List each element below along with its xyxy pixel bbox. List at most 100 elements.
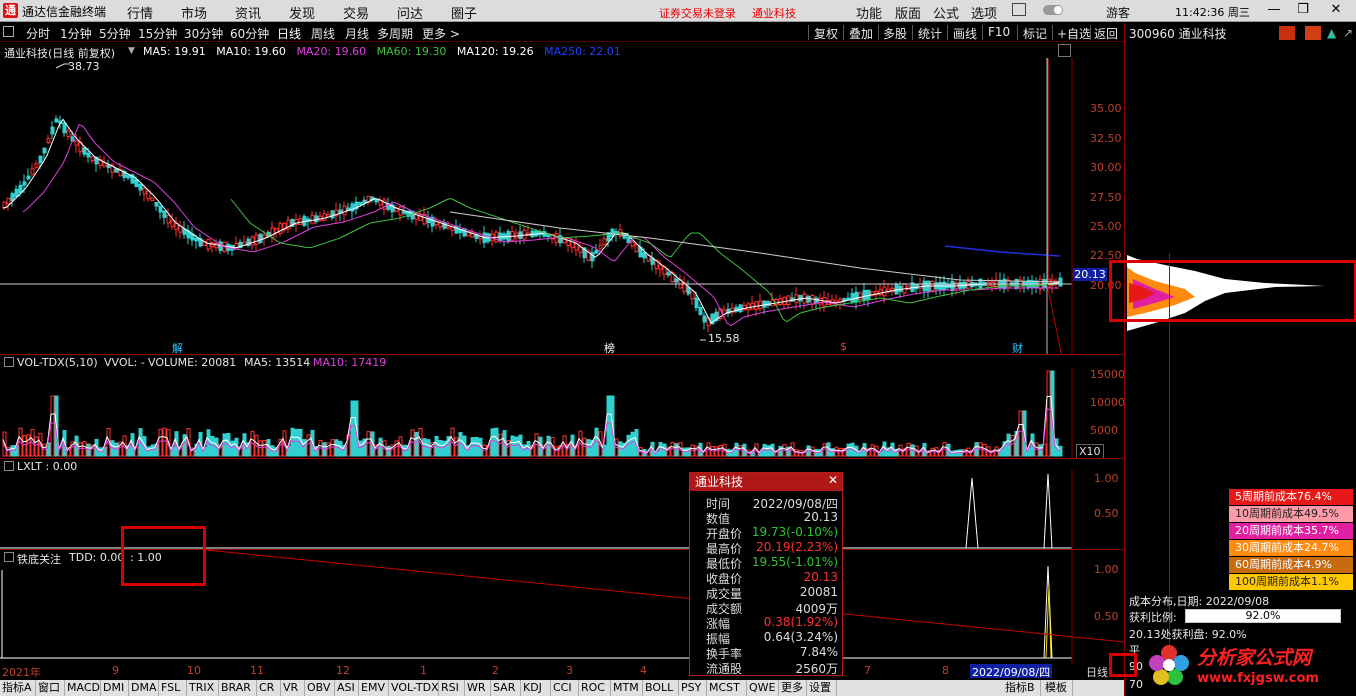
pane-maximize-icon[interactable] xyxy=(1058,44,1071,57)
mark-button[interactable]: 标记 xyxy=(1023,25,1047,42)
export-icon[interactable]: ↗ xyxy=(1343,26,1353,40)
indicator-tab[interactable]: 设置 xyxy=(807,680,837,696)
ma60-label: MA60: 19.30 xyxy=(376,45,447,58)
cost-period-chip[interactable]: 20周期前成本35.7% xyxy=(1229,523,1353,539)
user-label[interactable]: 游客 xyxy=(1106,4,1130,21)
ma20-label: MA20: 19.60 xyxy=(296,45,367,58)
cost-period-chip[interactable]: 100周期前成本1.1% xyxy=(1229,574,1353,590)
indicator-tab[interactable]: ASI xyxy=(335,680,359,696)
menu-circle[interactable]: 圈子 xyxy=(451,3,477,22)
volume-bar xyxy=(230,440,235,457)
date-month: 11 xyxy=(250,664,264,677)
candle-body xyxy=(806,295,811,303)
indicator-tab[interactable]: DMA xyxy=(129,680,159,696)
panel-toggle-icon[interactable] xyxy=(3,26,14,37)
message-icon[interactable] xyxy=(1012,3,1026,16)
indicator-tab[interactable]: 指标A xyxy=(0,680,36,696)
overlay-button[interactable]: 叠加 xyxy=(849,25,873,42)
candle-body xyxy=(134,179,139,187)
period-weekly[interactable]: 周线 xyxy=(311,25,335,42)
indicator-tab[interactable]: ROC xyxy=(579,680,611,696)
indicator-tab[interactable]: MACD xyxy=(65,680,101,696)
restore-icon[interactable]: ❐ xyxy=(1291,1,1315,19)
period-1min[interactable]: 1分钟 xyxy=(60,25,92,42)
chip-mode-icon[interactable] xyxy=(1279,26,1295,40)
indicator-tab[interactable]: FSL xyxy=(159,680,187,696)
indicator-tab[interactable]: 窗口 xyxy=(36,680,65,696)
date-month: 9 xyxy=(112,664,119,677)
dividend-marker[interactable]: $ xyxy=(840,340,847,353)
menu-news[interactable]: 资讯 xyxy=(235,3,261,22)
indicator-tab[interactable]: VR xyxy=(281,680,305,696)
menu-discover[interactable]: 发现 xyxy=(289,3,315,22)
cost-period-chip[interactable]: 10周期前成本49.5% xyxy=(1229,506,1353,522)
indicator-tab-right[interactable]: 模板 xyxy=(1043,680,1073,696)
indicator-tab[interactable]: OBV xyxy=(305,680,335,696)
arrow-icon[interactable]: ▲ xyxy=(1327,26,1336,40)
menu-options[interactable]: 选项 xyxy=(971,3,997,22)
menu-quotes[interactable]: 行情 xyxy=(127,3,153,22)
period-more[interactable]: 更多 > xyxy=(422,25,460,42)
watermark-url: www.fxjgsw.com xyxy=(1197,671,1319,686)
menu-market[interactable]: 市场 xyxy=(181,3,207,22)
period-multi[interactable]: 多周期 xyxy=(377,25,413,42)
low-price-label: 15.58 xyxy=(708,332,740,345)
period-timeshare[interactable]: 分时 xyxy=(26,25,50,42)
indicator-tab[interactable]: BRAR xyxy=(219,680,257,696)
indicator-tab[interactable]: BOLL xyxy=(643,680,679,696)
current-price-tag: 20.13 xyxy=(1073,268,1107,281)
toolbar-divider xyxy=(1017,25,1018,40)
indicator-tab[interactable]: KDJ xyxy=(521,680,551,696)
menu-formula[interactable]: 公式 xyxy=(933,3,959,22)
indicator-tab[interactable]: WR xyxy=(465,680,491,696)
minimize-icon[interactable]: — xyxy=(1262,1,1286,19)
period-5min[interactable]: 5分钟 xyxy=(99,25,131,42)
stats-button[interactable]: 统计 xyxy=(918,25,942,42)
period-30min[interactable]: 30分钟 xyxy=(184,25,223,42)
popup-row-key: 流通股 xyxy=(706,662,743,676)
menu-ask[interactable]: 问达 xyxy=(397,3,423,22)
popup-close-icon[interactable]: ✕ xyxy=(828,473,838,487)
indicator-tab[interactable]: CR xyxy=(257,680,281,696)
indicator-tab[interactable]: PSY xyxy=(679,680,707,696)
menu-trade[interactable]: 交易 xyxy=(343,3,369,22)
add-watchlist-button[interactable]: +自选 xyxy=(1057,25,1091,42)
indicator-tab[interactable]: EMV xyxy=(359,680,389,696)
date-month: 12 xyxy=(336,664,350,677)
period-60min[interactable]: 60分钟 xyxy=(230,25,269,42)
cost-period-chip[interactable]: 30周期前成本24.7% xyxy=(1229,540,1353,556)
close-icon[interactable]: ✕ xyxy=(1324,1,1348,19)
draw-line-button[interactable]: 画线 xyxy=(953,25,977,42)
indicator-tab-right[interactable]: 指标B xyxy=(1003,680,1041,696)
pane-collapse-icon[interactable] xyxy=(4,357,14,367)
indicator-tab[interactable]: VOL-TDX xyxy=(389,680,439,696)
indicator-tab[interactable]: DMI xyxy=(101,680,129,696)
menu-function[interactable]: 功能 xyxy=(856,3,882,22)
stock-name-link[interactable]: 通业科技 xyxy=(752,5,796,21)
chart-dropdown-icon[interactable]: ▼ xyxy=(128,46,135,56)
indicator-tab[interactable]: CCI xyxy=(551,680,579,696)
indicator-tab[interactable]: MTM xyxy=(611,680,643,696)
multi-stock-button[interactable]: 多股 xyxy=(883,25,907,42)
f10-button[interactable]: F10 xyxy=(988,25,1010,39)
toggle-icon[interactable] xyxy=(1042,3,1066,17)
cost-period-chip[interactable]: 60周期前成本4.9% xyxy=(1229,557,1353,573)
menu-layout[interactable]: 版面 xyxy=(895,3,921,22)
period-monthly[interactable]: 月线 xyxy=(345,25,369,42)
indicator-tab[interactable]: QWE xyxy=(747,680,779,696)
trade-login-warning[interactable]: 证券交易未登录 xyxy=(659,5,736,21)
indicator-tab[interactable]: MCST xyxy=(707,680,747,696)
indicator-tab[interactable]: 更多 xyxy=(779,680,807,696)
play-icon[interactable] xyxy=(1305,26,1321,40)
indicator-tab[interactable]: TRIX xyxy=(187,680,219,696)
period-daily[interactable]: 日线 xyxy=(277,25,301,42)
adjust-button[interactable]: 复权 xyxy=(814,25,838,42)
indicator-tab[interactable]: SAR xyxy=(491,680,521,696)
back-button[interactable]: 返回 xyxy=(1094,25,1118,42)
volume-bar xyxy=(158,428,163,457)
period-15min[interactable]: 15分钟 xyxy=(138,25,177,42)
candle-body xyxy=(794,294,799,304)
indicator-tab[interactable]: RSI xyxy=(439,680,465,696)
candle-body xyxy=(566,237,571,247)
cost-period-chip[interactable]: 5周期前成本76.4% xyxy=(1229,489,1353,505)
